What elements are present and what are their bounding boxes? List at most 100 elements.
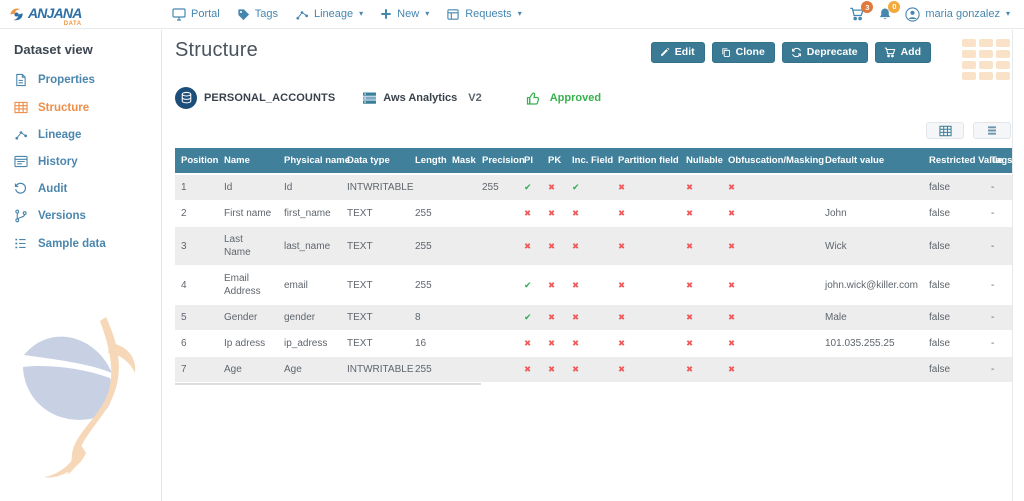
menu-item-tags[interactable]: Tags <box>237 8 278 21</box>
cell-mask <box>446 227 476 266</box>
cell-restricted_value: false <box>923 305 985 331</box>
menu-label: Lineage <box>314 8 353 20</box>
column-header-name: Name <box>218 148 278 174</box>
system-name: Aws Analytics <box>383 92 457 104</box>
cross-icon: ✖ <box>548 365 555 375</box>
sidebar-item-history[interactable]: History <box>0 148 161 175</box>
add-to-cart-button[interactable]: Add <box>875 42 931 63</box>
table-view-icon <box>939 125 952 137</box>
cross-icon: ✖ <box>686 281 693 291</box>
cell-partition_field: ✖ <box>612 357 680 383</box>
cross-icon: ✖ <box>572 365 579 375</box>
sidebar-item-audit[interactable]: Audit <box>0 175 161 202</box>
column-header-nullable: Nullable <box>680 148 722 174</box>
cell-precision <box>476 357 518 383</box>
edit-button[interactable]: Edit <box>651 42 705 63</box>
view-toggles <box>175 122 1012 139</box>
sidebar-item-versions[interactable]: Versions <box>0 202 161 230</box>
table-row[interactable]: 4Email AddressemailTEXT255✔✖✖✖✖✖john.wic… <box>175 266 1012 305</box>
anjana-swirl-icon <box>8 6 25 23</box>
cell-data_type: INTWRITABLE <box>341 357 409 383</box>
sidebar-item-structure[interactable]: Structure <box>0 94 161 121</box>
table-row[interactable]: 1IdIdINTWRITABLE255✔✖✔✖✖✖false- <box>175 174 1012 201</box>
cross-icon: ✖ <box>548 183 555 193</box>
cell-partition_field: ✖ <box>612 227 680 266</box>
cell-nullable: ✖ <box>680 266 722 305</box>
cell-precision <box>476 305 518 331</box>
list-view-toggle[interactable] <box>973 122 1011 139</box>
table-row[interactable]: 2First namefirst_nameTEXT255✖✖✖✖✖✖Johnfa… <box>175 201 1012 227</box>
cross-icon: ✖ <box>728 209 735 219</box>
menu-item-portal[interactable]: Portal <box>172 7 220 21</box>
brand-name: ANJANA <box>28 5 82 21</box>
cell-pi: ✖ <box>518 331 542 357</box>
cell-name: Gender <box>218 305 278 331</box>
column-header-restricted_value: Restricted Value <box>923 148 985 174</box>
button-label: Add <box>901 46 921 58</box>
column-header-length: Length <box>409 148 446 174</box>
sidebar-item-sample-data[interactable]: Sample data <box>0 230 161 257</box>
table-row[interactable]: 7AgeAgeINTWRITABLE255✖✖✖✖✖✖false- <box>175 357 1012 383</box>
cell-position: 5 <box>175 305 218 331</box>
clone-button[interactable]: Clone <box>712 42 775 63</box>
cross-icon: ✖ <box>618 339 625 349</box>
monitor-icon <box>172 7 186 21</box>
menu-item-requests[interactable]: Requests ▾ <box>446 8 522 21</box>
cell-precision <box>476 331 518 357</box>
cell-pk: ✖ <box>542 357 566 383</box>
app-logo[interactable]: ANJANA DATA <box>0 5 160 23</box>
table-view-toggle[interactable] <box>926 122 964 139</box>
cell-obfuscation_masking: ✖ <box>722 331 819 357</box>
column-header-partition_field: Partition field <box>612 148 680 174</box>
tag-icon <box>237 8 250 21</box>
requests-icon <box>446 8 460 21</box>
table-row[interactable]: 3Last Namelast_nameTEXT255✖✖✖✖✖✖Wickfals… <box>175 227 1012 266</box>
sidebar-title: Dataset view <box>0 30 161 66</box>
horizontal-scrollbar[interactable] <box>175 383 481 385</box>
column-header-precision: Precision <box>476 148 518 174</box>
anjana-fairy-watermark <box>10 315 152 497</box>
cell-nullable: ✖ <box>680 305 722 331</box>
cell-physical_name: last_name <box>278 227 341 266</box>
user-name: maria gonzalez <box>925 8 1000 20</box>
sidebar-item-properties[interactable]: Properties <box>0 66 161 94</box>
cell-data_type: INTWRITABLE <box>341 174 409 201</box>
column-header-mask: Mask <box>446 148 476 174</box>
cart-icon <box>884 47 896 58</box>
cell-pi: ✖ <box>518 201 542 227</box>
table-row[interactable]: 5GendergenderTEXT8✔✖✖✖✖✖Malefalse- <box>175 305 1012 331</box>
column-header-obfuscation_masking: Obfuscation/Masking <box>722 148 819 174</box>
cell-pk: ✖ <box>542 227 566 266</box>
menu-item-new[interactable]: New ▾ <box>380 8 429 20</box>
sidebar-item-lineage[interactable]: Lineage <box>0 121 161 148</box>
cell-position: 4 <box>175 266 218 305</box>
thumbs-up-icon <box>526 91 541 106</box>
cart-button[interactable]: 3 <box>849 7 865 21</box>
cell-pi: ✖ <box>518 227 542 266</box>
deprecate-button[interactable]: Deprecate <box>782 42 868 63</box>
cell-default_value: 101.035.255.25 <box>819 331 923 357</box>
cell-data_type: TEXT <box>341 331 409 357</box>
cell-pi: ✔ <box>518 266 542 305</box>
list-view-icon <box>986 125 998 136</box>
cell-pk: ✖ <box>542 266 566 305</box>
menu-item-lineage[interactable]: Lineage ▾ <box>295 8 363 21</box>
table-row[interactable]: 6Ip adressip_adressTEXT16✖✖✖✖✖✖101.035.2… <box>175 331 1012 357</box>
sync-arrows-icon <box>791 47 802 58</box>
cell-restricted_value: false <box>923 331 985 357</box>
cell-name: Email Address <box>218 266 278 305</box>
cross-icon: ✖ <box>728 242 735 252</box>
user-menu[interactable]: maria gonzalez ▾ <box>905 7 1010 22</box>
column-header-data_type: Data type <box>341 148 409 174</box>
database-icon <box>175 87 197 109</box>
cell-default_value: John <box>819 201 923 227</box>
cell-inc_field: ✖ <box>566 331 612 357</box>
cell-inc_field: ✖ <box>566 357 612 383</box>
notifications-button[interactable]: 0 <box>878 7 892 22</box>
cross-icon: ✖ <box>728 365 735 375</box>
cell-tags: - <box>985 266 1012 305</box>
cross-icon: ✖ <box>686 183 693 193</box>
content-right-divider <box>1012 30 1013 501</box>
cell-partition_field: ✖ <box>612 266 680 305</box>
cell-length: 8 <box>409 305 446 331</box>
